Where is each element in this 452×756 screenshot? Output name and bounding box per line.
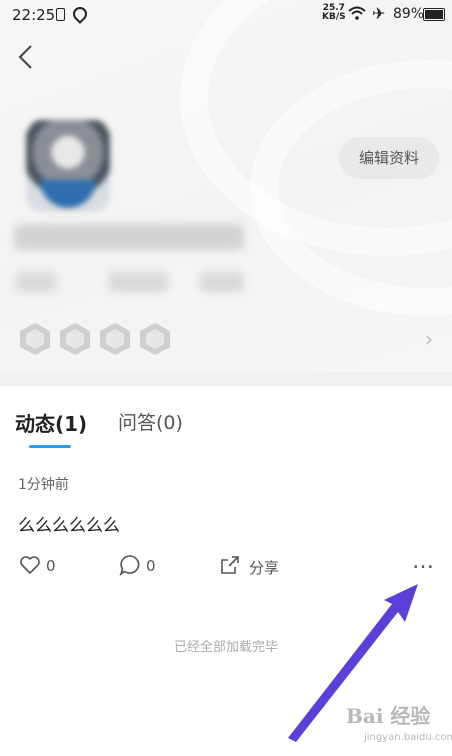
watermark-text: Bai 经验 (346, 704, 431, 728)
battery-percent: 89% (393, 6, 425, 22)
more-options-icon[interactable]: … (412, 551, 435, 573)
stat-blurred[interactable] (108, 272, 168, 292)
edit-profile-button[interactable]: 编辑资料 (339, 137, 439, 179)
tab-activity[interactable]: 动态(1) (15, 408, 87, 437)
heart-icon (20, 556, 40, 574)
network-speed-unit: KB/S (322, 12, 346, 22)
section-divider (0, 372, 452, 386)
post-content[interactable]: 么么么么么么 (18, 511, 120, 536)
airplane-icon: ✈ (372, 4, 386, 23)
location-icon (70, 4, 90, 24)
comment-count: 0 (146, 557, 156, 575)
active-tab-indicator (29, 445, 71, 448)
back-button[interactable] (14, 42, 44, 72)
chevron-right-icon[interactable]: › (425, 327, 433, 351)
username-blurred (14, 224, 244, 250)
vibrate-icon (56, 8, 65, 21)
status-time: 22:25 (12, 6, 56, 24)
watermark-url: jingyan.baidu.com (364, 732, 452, 743)
share-icon (221, 556, 239, 574)
load-complete-text: 已经全部加载完毕 (173, 640, 278, 655)
network-speed: 25.7 KB/S (322, 4, 346, 22)
stat-blurred[interactable] (200, 272, 244, 292)
baidu-watermark: Bai 经验 jingyan.baidu.com (346, 700, 452, 750)
stat-blurred[interactable] (16, 272, 56, 292)
share-button[interactable]: 分享 (218, 553, 298, 579)
battery-icon (423, 8, 445, 21)
comment-icon (119, 555, 140, 577)
status-bar: 22:25 25.7 KB/S ✈ 89% (0, 0, 452, 30)
avatar[interactable] (26, 120, 110, 212)
wifi-icon (348, 6, 366, 20)
tab-bar: 动态(1) 问答(0) (0, 386, 452, 448)
like-count: 0 (46, 557, 56, 575)
share-label: 分享 (249, 559, 280, 577)
tab-qa[interactable]: 问答(0) (118, 408, 183, 435)
comment-button[interactable]: 0 (118, 553, 178, 579)
like-button[interactable]: 0 (18, 553, 78, 579)
post-timestamp: 1分钟前 (18, 477, 69, 493)
